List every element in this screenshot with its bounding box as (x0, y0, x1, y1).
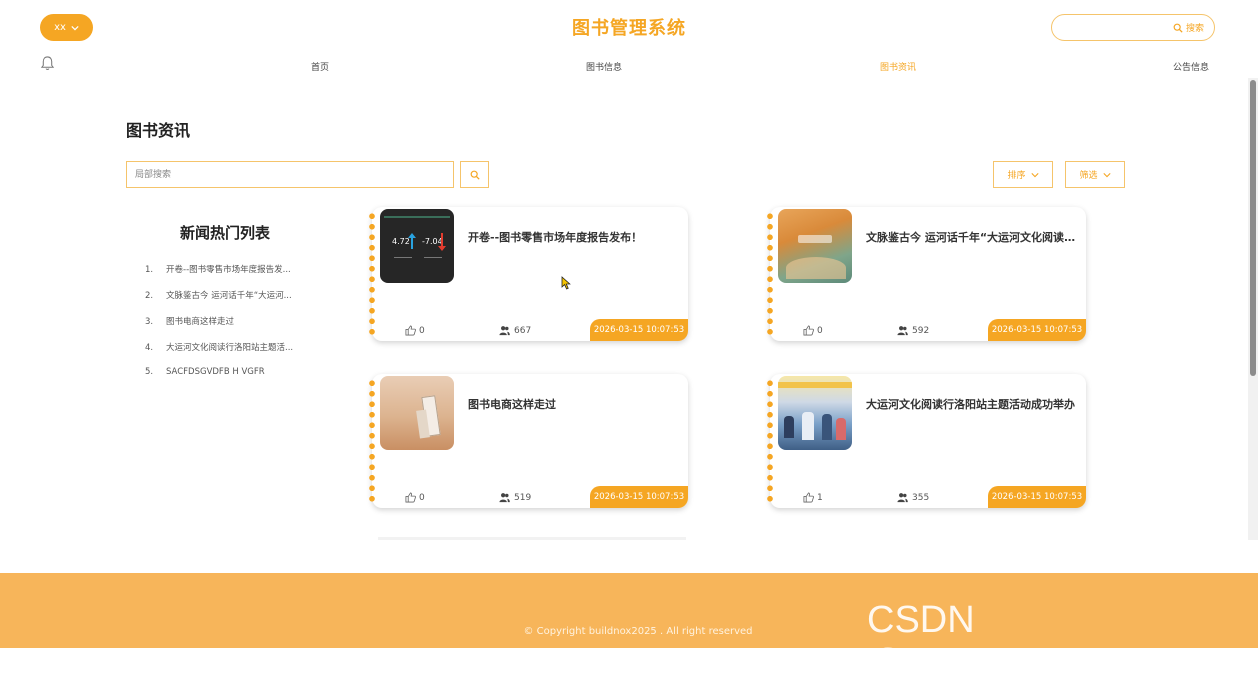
hot-list-label: 文脉鉴古今 运河话千年“大运河... (166, 291, 292, 301)
hot-list-title: 新闻热门列表 (180, 224, 271, 242)
chevron-down-icon (1102, 172, 1111, 177)
view-count: 519 (499, 492, 531, 503)
copyright: © Copyright buildnox2025 . All right res… (523, 626, 753, 637)
sort-button[interactable]: 排序 (993, 161, 1053, 188)
news-thumbnail: 4.72 -7.04 (380, 209, 454, 283)
next-card-edge (378, 537, 686, 540)
hot-list-item[interactable]: 5. SACFDSGVDFB H VGFR (145, 367, 265, 377)
hot-list-item[interactable]: 4. 大运河文化阅读行洛阳站主题活... (145, 341, 293, 353)
like-value: 0 (817, 325, 823, 336)
local-search-input[interactable] (126, 161, 454, 188)
news-title: 文脉鉴古今 运河话千年“大运河文化阅读行” (866, 231, 1078, 244)
card-binding-dots (368, 211, 376, 339)
news-title: 开卷--图书零售市场年度报告发布！ (468, 231, 643, 244)
local-search-button[interactable] (460, 161, 489, 188)
hot-list-num: 1. (145, 265, 154, 275)
bell-icon[interactable] (40, 55, 55, 72)
news-title: 图书电商这样走过 (468, 398, 556, 411)
thumbs-up-icon (405, 492, 416, 503)
search-icon (1173, 23, 1183, 33)
news-title: 大运河文化阅读行洛阳站主题活动成功举办 (866, 398, 1075, 411)
top-search-bar[interactable]: 搜索 (1051, 14, 1215, 41)
news-card[interactable]: 文脉鉴古今 运河话千年“大运河文化阅读行” 0 592 2026-03-15 1… (766, 207, 1086, 341)
hot-list-num: 3. (145, 317, 154, 327)
page-title: 图书资讯 (126, 121, 191, 140)
nav-book-news[interactable]: 图书资讯 (880, 60, 916, 73)
thumbs-up-icon (405, 325, 416, 336)
like-count[interactable]: 0 (405, 492, 425, 503)
nav-book-info[interactable]: 图书信息 (586, 60, 622, 73)
news-thumbnail (778, 376, 852, 450)
view-count: 355 (897, 492, 929, 503)
like-count[interactable]: 1 (803, 492, 823, 503)
hot-list-label: 开卷--图书零售市场年度报告发... (166, 265, 291, 275)
view-value: 592 (912, 325, 930, 336)
like-count[interactable]: 0 (405, 325, 425, 336)
news-card[interactable]: 4.72 -7.04 开卷--图书零售市场年度报告发布！ 0 667 2026-… (368, 207, 688, 341)
footer: CSDN @VX_BYSJ9276 © Copyright buildnox20… (0, 573, 1258, 684)
chevron-down-icon (1030, 172, 1039, 177)
filter-button[interactable]: 筛选 (1065, 161, 1125, 188)
news-thumbnail (380, 376, 454, 450)
hot-list-item[interactable]: 3. 图书电商这样走过 (145, 315, 234, 327)
view-value: 355 (912, 492, 930, 503)
news-date-badge: 2026-03-15 10:07:53 (988, 319, 1086, 341)
like-value: 0 (419, 325, 425, 336)
card-binding-dots (766, 378, 774, 506)
like-count[interactable]: 0 (803, 325, 823, 336)
thumbs-up-icon (803, 325, 814, 336)
card-binding-dots (368, 378, 376, 506)
top-search-label: 搜索 (1185, 24, 1204, 34)
watermark: CSDN @VX_BYSJ9276 (867, 599, 1157, 684)
hot-list-label: SACFDSGVDFB H VGFR (166, 367, 265, 377)
hot-list-num: 4. (145, 343, 154, 353)
arrow-down-icon (438, 233, 446, 251)
view-value: 667 (514, 325, 532, 336)
sort-label: 排序 (1007, 171, 1026, 181)
nav-announcements[interactable]: 公告信息 (1173, 60, 1209, 73)
nav-home[interactable]: 首页 (311, 60, 329, 73)
news-date-badge: 2026-03-15 10:07:53 (988, 486, 1086, 508)
news-thumbnail (778, 209, 852, 283)
users-icon (897, 493, 908, 503)
news-card[interactable]: 大运河文化阅读行洛阳站主题活动成功举办 1 355 2026-03-15 10:… (766, 374, 1086, 508)
like-value: 0 (419, 492, 425, 503)
users-icon (499, 493, 510, 503)
mouse-cursor-icon (561, 276, 571, 290)
view-count: 592 (897, 325, 929, 336)
hot-list-label: 大运河文化阅读行洛阳站主题活... (166, 343, 294, 353)
like-value: 1 (817, 492, 823, 503)
news-date-badge: 2026-03-15 10:07:53 (590, 319, 688, 341)
scrollbar-thumb[interactable] (1250, 80, 1256, 376)
hot-list-item[interactable]: 2. 文脉鉴古今 运河话千年“大运河... (145, 289, 292, 301)
users-icon (897, 326, 908, 336)
view-count: 667 (499, 325, 531, 336)
filter-label: 筛选 (1079, 171, 1098, 181)
users-icon (499, 326, 510, 336)
search-icon (470, 170, 480, 180)
hot-list-num: 5. (145, 367, 154, 377)
news-date-badge: 2026-03-15 10:07:53 (590, 486, 688, 508)
hot-list-num: 2. (145, 291, 154, 301)
view-value: 519 (514, 492, 532, 503)
news-card[interactable]: 图书电商这样走过 0 519 2026-03-15 10:07:53 (368, 374, 688, 508)
arrow-up-icon (408, 233, 416, 249)
thumbs-up-icon (803, 492, 814, 503)
hot-list-label: 图书电商这样走过 (166, 317, 235, 327)
hot-list-item[interactable]: 1. 开卷--图书零售市场年度报告发... (145, 263, 291, 275)
card-binding-dots (766, 211, 774, 339)
